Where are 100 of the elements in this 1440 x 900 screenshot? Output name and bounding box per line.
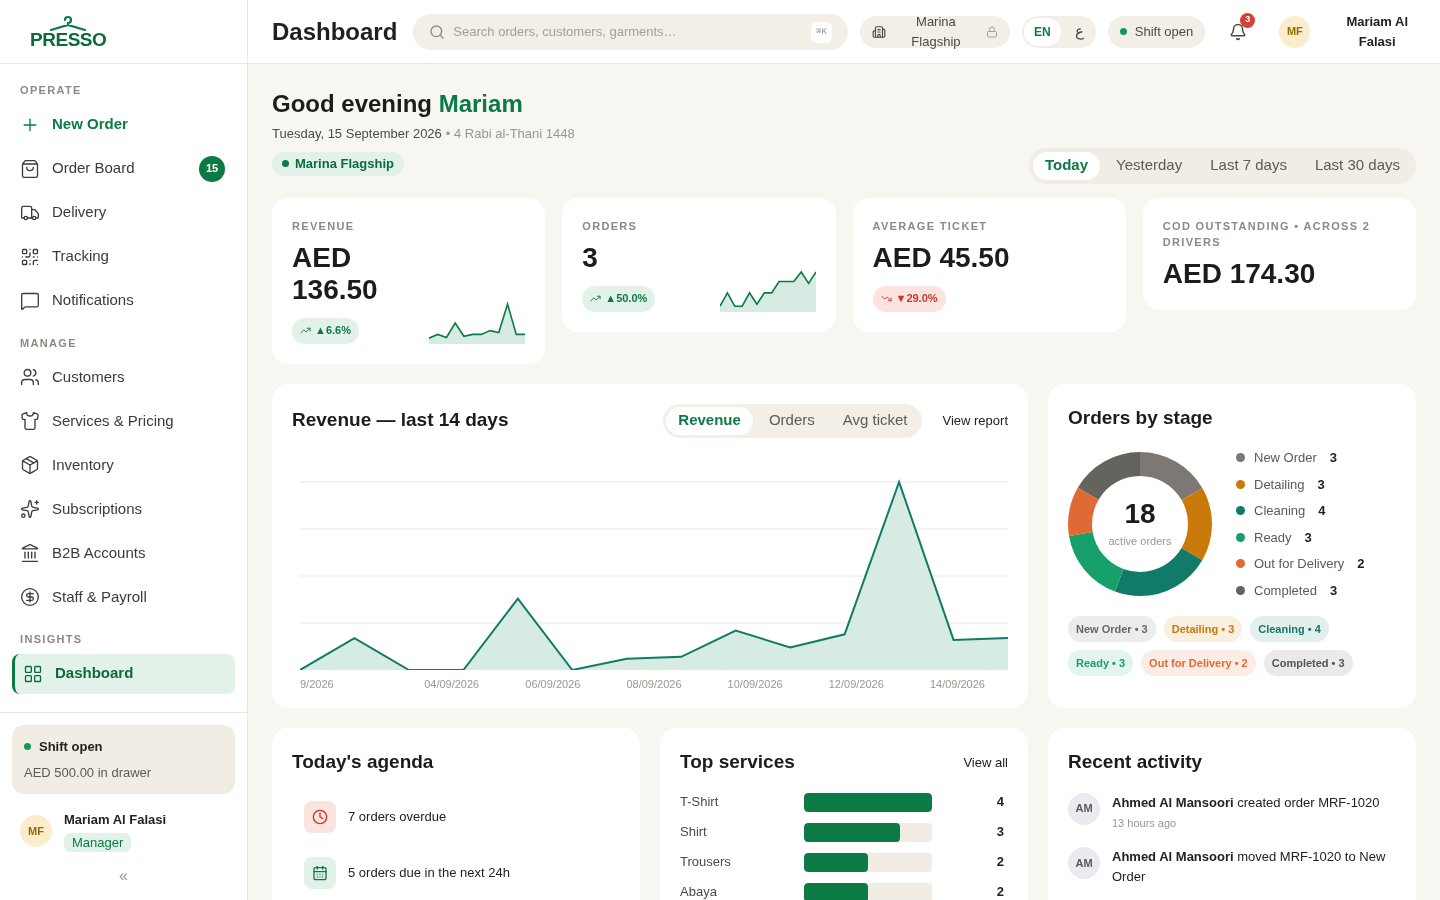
sidebar-item[interactable]: Notifications xyxy=(12,280,235,321)
card-title: Recent activity xyxy=(1068,750,1204,774)
avatar: MF xyxy=(20,815,52,847)
legend-count: 4 xyxy=(1318,502,1326,520)
shirt-icon xyxy=(20,411,40,431)
sidebar-label: Subscriptions xyxy=(52,498,144,519)
language-toggle[interactable]: ع xyxy=(1064,17,1094,46)
section-label: OPERATE xyxy=(19,83,83,98)
legend-count: 3 xyxy=(1317,475,1325,494)
date-text: Tuesday, 15 September 2026 xyxy=(272,125,442,143)
view-all-link[interactable]: View all xyxy=(963,752,1008,772)
range-tab[interactable]: Last 7 days xyxy=(1198,151,1299,180)
avatar[interactable]: MF xyxy=(1279,15,1311,48)
stage-tag: Detailing • 3 xyxy=(1163,616,1243,642)
sidebar-label: Order Board xyxy=(52,158,136,179)
sidebar-item[interactable]: New Order xyxy=(12,104,235,145)
card-title: Revenue — last 14 days xyxy=(292,408,510,433)
activity-text: Ahmed Al Mansoori created order MRF-1020 xyxy=(1112,793,1380,812)
box-icon xyxy=(20,455,40,475)
metric-tab[interactable]: Revenue xyxy=(666,406,753,435)
branch-selector[interactable]: Marina Flagship xyxy=(859,15,1010,48)
total-label: active orders xyxy=(1108,533,1172,549)
sidebar-item[interactable]: Dashboard xyxy=(12,653,235,694)
sidebar-item[interactable]: Tracking xyxy=(12,236,235,277)
stage-tag: Ready • 3 xyxy=(1068,650,1134,676)
card-title: Orders by stage xyxy=(1068,405,1214,430)
service-name: Trousers xyxy=(680,853,732,872)
sidebar-item[interactable]: Customers xyxy=(12,357,235,397)
sidebar-item[interactable]: B2B Accounts xyxy=(12,533,235,573)
legend-count: 3 xyxy=(1329,581,1338,600)
metric-tab[interactable]: Avg ticket xyxy=(830,406,920,435)
metric-tab[interactable]: Orders xyxy=(756,406,827,435)
kpi-value: AED 136.50 xyxy=(292,241,379,306)
user-name: Mariam Al Falasi xyxy=(64,811,167,829)
legend-label: Cleaning xyxy=(1254,502,1306,520)
building-icon xyxy=(871,24,886,39)
bank-icon xyxy=(20,543,40,563)
sidebar-label: Inventory xyxy=(52,454,115,475)
shift-status-pill[interactable]: Shift open xyxy=(1107,15,1206,48)
hijri-date: • 4 Rabi al-Thani 1448 xyxy=(445,125,575,143)
trend-up-icon xyxy=(300,325,311,336)
trend-down-icon xyxy=(880,293,892,304)
sidebar-label: Customers xyxy=(52,366,126,387)
avatar: AM xyxy=(1068,792,1100,825)
stage-tag: Completed • 3 xyxy=(1263,650,1353,676)
bag-icon xyxy=(20,158,40,179)
sidebar-item[interactable]: Delivery xyxy=(12,192,235,233)
greeting: Good evening Mariam xyxy=(272,89,523,119)
trend-badge: ▼29.0% xyxy=(872,285,946,312)
axis-label: 12/09/2026 xyxy=(827,676,885,692)
axis-label: 06/09/2026 xyxy=(524,676,582,692)
language-toggle[interactable]: EN xyxy=(1024,17,1061,46)
clock-icon xyxy=(304,800,336,833)
section-label: INSIGHTS xyxy=(19,632,84,647)
range-tab[interactable]: Last 30 days xyxy=(1302,151,1412,180)
legend-count: 3 xyxy=(1304,528,1312,547)
activity-text: Ahmed Al Mansoori moved MRF-1020 to New Order xyxy=(1112,848,1387,886)
kpi-value: AED 45.50 xyxy=(872,241,1010,274)
role-tag: Manager xyxy=(64,832,132,852)
view-report-link[interactable]: View report xyxy=(942,410,1008,431)
notification-badge: 3 xyxy=(1240,12,1256,28)
page-title: Dashboard xyxy=(272,16,398,47)
sidebar-label: Staff & Payroll xyxy=(52,586,148,607)
shift-status: Shift open xyxy=(39,738,103,756)
axis-label: 14/09/2026 xyxy=(928,676,986,692)
sidebar-item[interactable]: Services & Pricing xyxy=(12,401,235,441)
grid-icon xyxy=(23,663,43,684)
service-name: T-Shirt xyxy=(680,793,720,812)
sidebar-label: Tracking xyxy=(52,246,110,267)
user-name: Mariam Al Falasi xyxy=(1345,12,1410,51)
legend-label: New Order xyxy=(1254,449,1317,467)
sidebar-item[interactable]: Inventory xyxy=(12,445,235,485)
sidebar-item[interactable]: Subscriptions xyxy=(12,489,235,529)
trend-badge: ▲6.6% xyxy=(292,317,359,344)
service-name: Abaya xyxy=(680,883,718,900)
range-tab[interactable]: Yesterday xyxy=(1104,151,1195,180)
calendar-icon xyxy=(304,856,336,889)
service-count: 2 xyxy=(995,853,1005,872)
sidebar-label: Notifications xyxy=(52,290,135,311)
sidebar-item[interactable]: Order Board 15 xyxy=(12,148,235,189)
kpi-label: COD OUTSTANDING • ACROSS 2 DRIVERS xyxy=(1162,218,1372,250)
logo: PRESSO xyxy=(30,31,107,48)
kpi-label: REVENUE xyxy=(292,218,356,234)
sidebar-label: B2B Accounts xyxy=(52,542,147,563)
legend-count: 2 xyxy=(1357,555,1365,573)
notifications-icon[interactable] xyxy=(1229,22,1248,41)
kpi-value: AED 174.30 xyxy=(1162,257,1316,290)
sparkles-icon xyxy=(20,499,40,519)
users-icon xyxy=(20,367,40,387)
legend-label: Detailing xyxy=(1254,475,1305,494)
search-icon xyxy=(429,23,446,40)
qr-code-icon xyxy=(20,246,40,267)
stage-tag: Out for Delivery • 2 xyxy=(1141,650,1256,676)
trend-up-icon xyxy=(590,293,602,304)
sidebar-item[interactable]: Staff & Payroll xyxy=(12,577,235,617)
drawer-amount: AED 500.00 in drawer xyxy=(24,763,153,782)
service-name: Shirt xyxy=(680,823,708,842)
legend-count: 3 xyxy=(1329,449,1338,467)
service-count: 4 xyxy=(995,793,1005,812)
range-tab[interactable]: Today xyxy=(1033,151,1101,180)
